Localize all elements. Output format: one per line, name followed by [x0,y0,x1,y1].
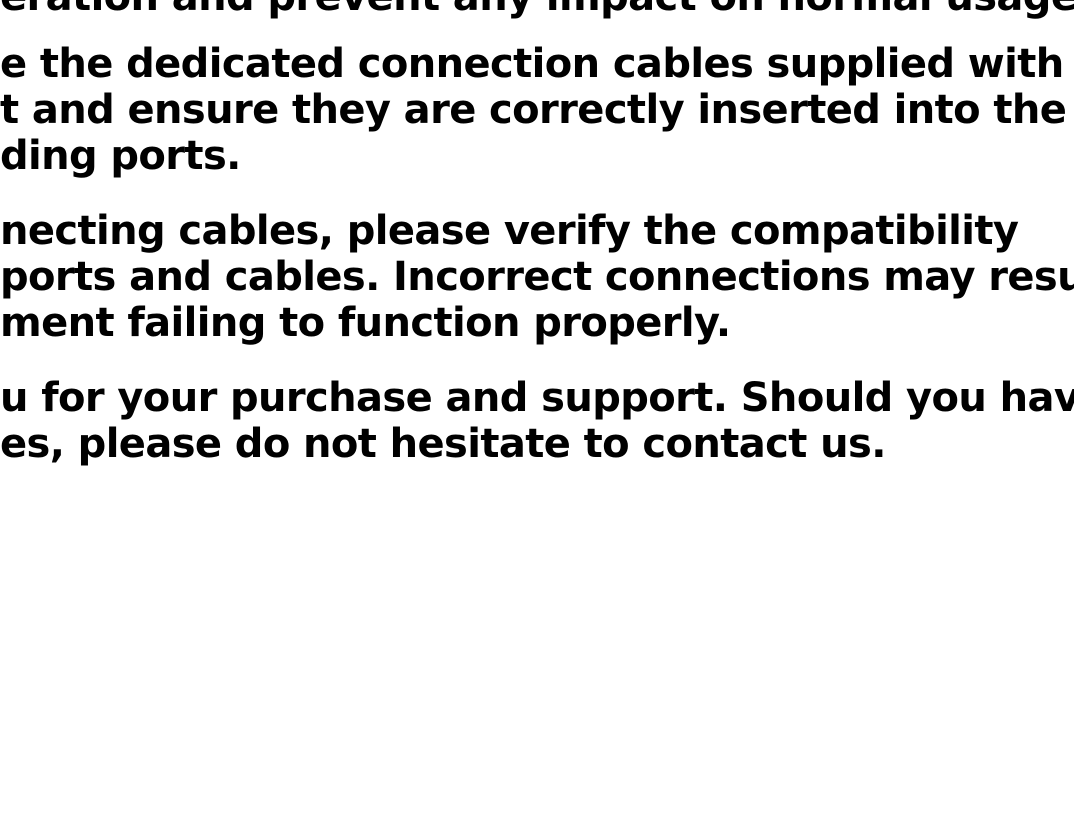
text-line: es, please do not hesitate to contact us… [0,421,886,467]
text-line: u for your purchase and support. Should … [0,375,1074,421]
text-line: t and ensure they are correctly inserted… [0,87,1067,133]
text-line: e the dedicated connection cables suppli… [0,41,1074,87]
text-line: necting cables, please verify the compat… [0,208,1019,254]
text-line: ports and cables. Incorrect connections … [0,254,1074,300]
text-line: eration and prevent any impact on normal… [0,0,1074,20]
text-line: ding ports. [0,133,241,179]
text-line: ment failing to function properly. [0,300,731,346]
document-page: eration and prevent any impact on normal… [0,0,1074,832]
